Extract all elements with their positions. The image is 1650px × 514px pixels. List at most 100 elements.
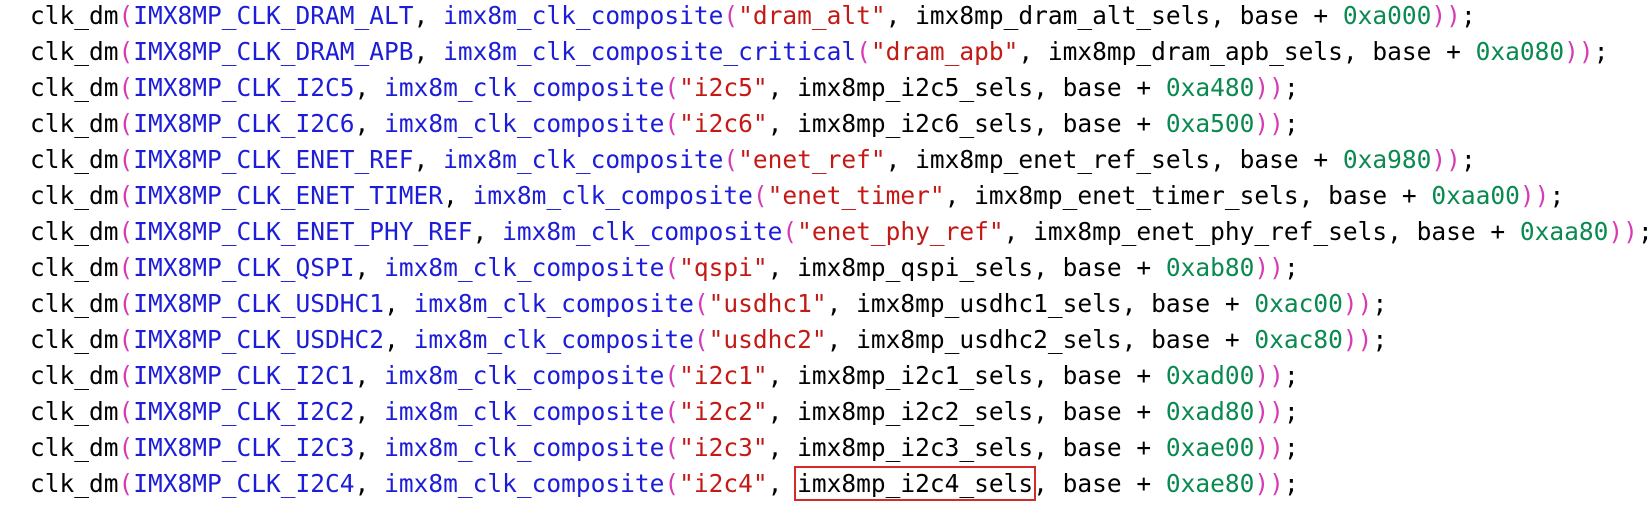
code-line[interactable]: clk_dm(IMX8MP_CLK_USDHC1, imx8m_clk_comp…	[30, 288, 1650, 324]
function-name: clk_dm	[30, 289, 119, 318]
code-line[interactable]: clk_dm(IMX8MP_CLK_I2C3, imx8m_clk_compos…	[30, 432, 1650, 468]
register-offset: 0xae00	[1165, 433, 1255, 462]
clock-name-string: "qspi"	[679, 253, 768, 282]
code-line[interactable]: clk_dm(IMX8MP_CLK_ENET_TIMER, imx8m_clk_…	[30, 180, 1650, 216]
code-line[interactable]: clk_dm(IMX8MP_CLK_ENET_REF, imx8m_clk_co…	[30, 144, 1650, 180]
clock-name-string: "i2c3"	[679, 433, 768, 462]
open-paren: (	[118, 253, 134, 282]
register-offset: 0xad00	[1165, 361, 1255, 390]
parent-sels: imx8mp_i2c2_sels	[797, 397, 1034, 426]
close-parens: ))	[1519, 181, 1550, 210]
comma: ,	[384, 289, 414, 318]
open-paren: (	[752, 181, 768, 210]
composite-call: imx8m_clk_composite	[413, 289, 694, 318]
open-paren: (	[118, 433, 134, 462]
parent-sels: imx8mp_i2c1_sels	[797, 361, 1034, 390]
register-offset: 0xa500	[1165, 109, 1255, 138]
close-parens: ))	[1254, 361, 1284, 390]
base-plus: , base +	[1033, 469, 1166, 498]
clock-name-string: "enet_phy_ref"	[797, 217, 1004, 246]
comma: ,	[767, 469, 798, 498]
base-plus: , base +	[1033, 433, 1166, 462]
semicolon: ;	[1283, 253, 1299, 282]
open-paren: (	[118, 469, 134, 498]
parent-sels: imx8mp_i2c5_sels	[797, 73, 1034, 102]
base-plus: , base +	[1342, 37, 1476, 66]
open-paren: (	[664, 433, 680, 462]
function-name: clk_dm	[30, 361, 119, 390]
base-plus: , base +	[1210, 1, 1343, 30]
comma: ,	[354, 397, 385, 426]
base-plus: , base +	[1033, 253, 1166, 282]
composite-call: imx8m_clk_composite	[443, 145, 724, 174]
code-line[interactable]: clk_dm(IMX8MP_CLK_I2C6, imx8m_clk_compos…	[30, 108, 1650, 144]
open-paren: (	[118, 289, 134, 318]
code-line[interactable]: clk_dm(IMX8MP_CLK_ENET_PHY_REF, imx8m_cl…	[30, 216, 1650, 252]
comma: ,	[354, 109, 385, 138]
composite-call: imx8m_clk_composite	[413, 325, 694, 354]
code-line[interactable]: clk_dm(IMX8MP_CLK_I2C4, imx8m_clk_compos…	[30, 466, 1650, 504]
register-offset: 0xac00	[1254, 289, 1343, 318]
parent-sels: imx8mp_i2c3_sels	[797, 433, 1034, 462]
clock-name-string: "usdhc1"	[708, 289, 827, 318]
open-paren: (	[118, 217, 134, 246]
open-paren: (	[664, 469, 680, 498]
code-line[interactable]: clk_dm(IMX8MP_CLK_I2C5, imx8m_clk_compos…	[30, 72, 1650, 108]
open-paren: (	[723, 145, 739, 174]
code-line[interactable]: clk_dm(IMX8MP_CLK_I2C2, imx8m_clk_compos…	[30, 396, 1650, 432]
function-name: clk_dm	[30, 325, 119, 354]
function-name: clk_dm	[30, 73, 119, 102]
base-plus: , base +	[1298, 181, 1432, 210]
composite-call: imx8m_clk_composite	[443, 1, 724, 30]
base-plus: , base +	[1033, 109, 1166, 138]
clock-constant: IMX8MP_CLK_DRAM_ALT	[133, 1, 414, 30]
register-offset: 0xa000	[1342, 1, 1432, 30]
comma: ,	[767, 73, 798, 102]
code-line[interactable]: clk_dm(IMX8MP_CLK_USDHC2, imx8m_clk_comp…	[30, 324, 1650, 360]
clock-constant: IMX8MP_CLK_DRAM_APB	[133, 37, 414, 66]
comma: ,	[384, 325, 414, 354]
code-line[interactable]: clk_dm(IMX8MP_CLK_QSPI, imx8m_clk_compos…	[30, 252, 1650, 288]
semicolon: ;	[1460, 1, 1476, 30]
comma: ,	[1003, 217, 1034, 246]
clock-constant: IMX8MP_CLK_I2C3	[133, 433, 355, 462]
register-offset: 0xaa00	[1431, 181, 1520, 210]
comma: ,	[354, 469, 385, 498]
comma: ,	[413, 37, 444, 66]
base-plus: , base +	[1033, 73, 1166, 102]
comma: ,	[767, 433, 798, 462]
close-parens: ))	[1342, 289, 1373, 318]
semicolon: ;	[1638, 217, 1650, 246]
register-offset: 0xae80	[1165, 469, 1255, 498]
parent-sels: imx8mp_enet_ref_sels	[915, 145, 1211, 174]
semicolon: ;	[1283, 397, 1299, 426]
base-plus: , base +	[1033, 397, 1166, 426]
comma: ,	[767, 109, 798, 138]
open-paren: (	[118, 181, 134, 210]
clock-name-string: "dram_alt"	[738, 1, 886, 30]
code-line[interactable]: clk_dm(IMX8MP_CLK_DRAM_ALT, imx8m_clk_co…	[30, 0, 1650, 36]
composite-call: imx8m_clk_composite	[384, 73, 665, 102]
parent-sels: imx8mp_qspi_sels	[797, 253, 1034, 282]
comma: ,	[944, 181, 975, 210]
composite-call: imx8m_clk_composite	[384, 361, 665, 390]
semicolon: ;	[1283, 469, 1299, 498]
clock-constant: IMX8MP_CLK_USDHC2	[133, 325, 385, 354]
composite-call: imx8m_clk_composite	[384, 433, 665, 462]
register-offset: 0xab80	[1165, 253, 1255, 282]
code-line[interactable]: clk_dm(IMX8MP_CLK_DRAM_APB, imx8m_clk_co…	[30, 36, 1650, 72]
comma: ,	[354, 361, 385, 390]
composite-call: imx8m_clk_composite	[472, 181, 753, 210]
close-parens: ))	[1431, 145, 1461, 174]
comma: ,	[826, 325, 857, 354]
register-offset: 0xa080	[1475, 37, 1565, 66]
open-paren: (	[664, 73, 680, 102]
composite-call: imx8m_clk_composite	[384, 109, 665, 138]
comma: ,	[826, 289, 857, 318]
code-line[interactable]: clk_dm(IMX8MP_CLK_I2C1, imx8m_clk_compos…	[30, 360, 1650, 396]
comma: ,	[767, 253, 798, 282]
clock-constant: IMX8MP_CLK_QSPI	[133, 253, 355, 282]
comma: ,	[767, 361, 798, 390]
register-offset: 0xad80	[1165, 397, 1255, 426]
close-parens: ))	[1342, 325, 1373, 354]
